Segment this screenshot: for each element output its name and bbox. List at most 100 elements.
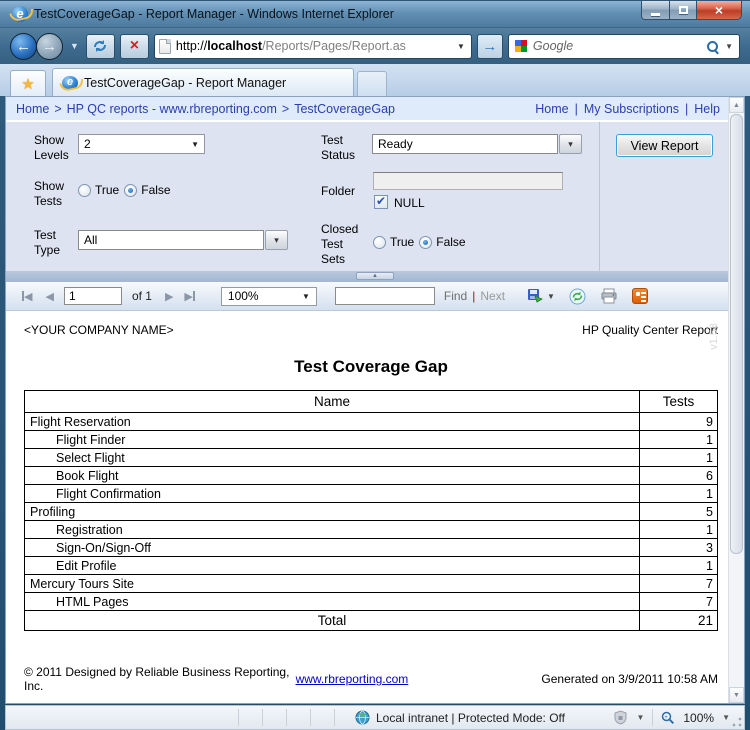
refresh-icon [569,288,586,304]
scrollbar-thumb[interactable] [730,114,743,554]
address-field[interactable]: http://localhost/Reports/Pages/Report.as… [153,33,472,59]
find-text-input[interactable] [334,287,435,305]
favorites-button[interactable]: ★ [10,70,46,96]
radio-icon [124,183,138,197]
maximize-button[interactable] [670,1,697,20]
table-row: Flight Confirmation 1 [24,484,718,503]
stop-icon: × [129,37,140,54]
scroll-up-button[interactable]: ▲ [729,97,744,113]
show-tests-true-radio[interactable]: True [78,183,119,197]
recent-pages-chevron-icon[interactable]: ▼ [70,41,79,51]
row-tests-cell: 9 [639,412,718,431]
closed-test-sets-false-radio[interactable]: False [419,235,466,249]
report-table-body: Flight Reservation 9 Flight Finder 1 Sel… [24,412,718,611]
minimize-icon [651,12,660,16]
test-type-combo[interactable]: All ▾ [78,230,288,250]
test-type-value[interactable]: All [78,230,264,250]
table-row: Registration 1 [24,520,718,539]
row-tests-cell: 1 [639,484,718,503]
top-links: Home | My Subscriptions | Help [535,102,720,116]
collapse-handle[interactable]: ▲ [356,272,394,280]
refresh-report-button[interactable] [569,288,586,305]
minimize-button[interactable] [641,1,670,20]
close-button[interactable]: × [697,1,742,20]
row-name-cell: Flight Confirmation [24,484,640,503]
null-checkbox[interactable]: ✔ [374,195,388,209]
back-icon: ← [16,37,31,55]
search-icon[interactable] [706,40,719,53]
stop-button[interactable]: × [119,33,149,59]
report-body: <YOUR COMPANY NAME> HP Quality Center Re… [6,311,744,703]
row-name-cell: Flight Finder [24,430,640,449]
print-button[interactable] [600,288,618,304]
new-tab-button[interactable] [357,71,387,96]
page-scrollbar[interactable]: ▲ ▼ [728,97,744,703]
zoom-dropdown[interactable]: 100% ▼ [220,286,317,306]
first-page-icon: ◀ [24,290,33,303]
forward-button[interactable]: → [36,32,63,60]
search-input[interactable] [532,39,701,53]
scroll-down-button[interactable]: ▼ [729,687,744,703]
tab-bar: ★ e TestCoverageGap - Report Manager [0,64,750,96]
close-icon: × [714,2,724,18]
breadcrumb-folder[interactable]: HP QC reports - www.rbreporting.com [67,102,277,116]
find-next-link[interactable]: Next [480,289,505,303]
test-status-combo[interactable]: Ready ▾ [372,134,582,154]
radio-icon [373,235,386,249]
back-button[interactable]: ← [10,32,37,60]
chevron-down-icon[interactable]: ▾ [265,230,288,250]
chevron-down-icon[interactable]: ▾ [559,134,582,154]
previous-page-button[interactable]: ◀ [45,290,53,303]
table-row: HTML Pages 7 [24,592,718,611]
refresh-button[interactable] [85,33,115,59]
row-tests-cell: 1 [639,430,718,449]
row-tests-cell: 1 [639,448,718,467]
go-button[interactable]: → [476,33,503,59]
closed-test-sets-radio-group: True False [373,235,466,249]
export-data-feed-button[interactable] [631,288,648,304]
null-label: NULL [394,196,425,210]
closed-test-sets-true-radio[interactable]: True [373,235,414,249]
first-page-button[interactable]: ◀ [22,290,32,303]
report-title: Test Coverage Gap [294,357,448,376]
search-box[interactable]: ▼ [507,33,740,59]
breadcrumb-report[interactable]: TestCoverageGap [294,102,395,116]
last-page-button[interactable]: ▶ [184,290,195,303]
resize-grip[interactable] [732,717,742,727]
breadcrumb-home[interactable]: Home [16,102,49,116]
show-tests-false-radio[interactable]: False [124,183,171,197]
chevron-down-icon: ▼ [191,139,199,149]
link-home[interactable]: Home [535,102,568,116]
address-dropdown-icon[interactable]: ▼ [455,42,467,51]
row-tests-cell: 5 [639,502,718,521]
breadcrumb-separator: > [281,101,290,116]
row-name-cell: Book Flight [24,466,640,485]
chevron-down-icon[interactable]: ▼ [636,713,644,722]
window-title: TestCoverageGap - Report Manager - Windo… [34,7,394,21]
test-status-value[interactable]: Ready [372,134,558,154]
tab-active[interactable]: e TestCoverageGap - Report Manager [52,68,354,96]
link-help[interactable]: Help [694,102,720,116]
report-viewer-toolbar: ◀ ◀ of 1 ▶ ▶ 100% ▼ Find | Next ▼ [6,282,744,311]
next-page-button[interactable]: ▶ [165,290,173,303]
prev-page-icon: ◀ [45,290,54,303]
show-levels-dropdown[interactable]: 2 ▼ [78,134,205,154]
show-tests-label: Show Tests [34,179,65,208]
view-report-button[interactable]: View Report [616,134,713,157]
find-link[interactable]: Find [444,289,467,303]
status-zoom-value: 100% [683,710,715,725]
last-page-icon: ▶ [184,290,193,303]
show-levels-value: 2 [84,137,91,151]
link-my-subscriptions[interactable]: My Subscriptions [584,102,679,116]
parameters-splitter[interactable]: ▲ [6,271,744,282]
chevron-down-icon[interactable]: ▼ [722,713,730,722]
svg-text:+: + [665,715,669,721]
search-dropdown-icon[interactable]: ▼ [725,42,733,51]
page-number-input[interactable] [63,287,122,305]
version-watermark: v1.53 [708,323,720,350]
export-button[interactable]: ▼ [527,288,555,304]
row-name-cell: Edit Profile [24,556,640,575]
footer-link[interactable]: www.rbreporting.com [296,672,497,686]
zoom-magnifier-icon: + [662,711,675,724]
row-name-cell: Mercury Tours Site [24,574,640,593]
